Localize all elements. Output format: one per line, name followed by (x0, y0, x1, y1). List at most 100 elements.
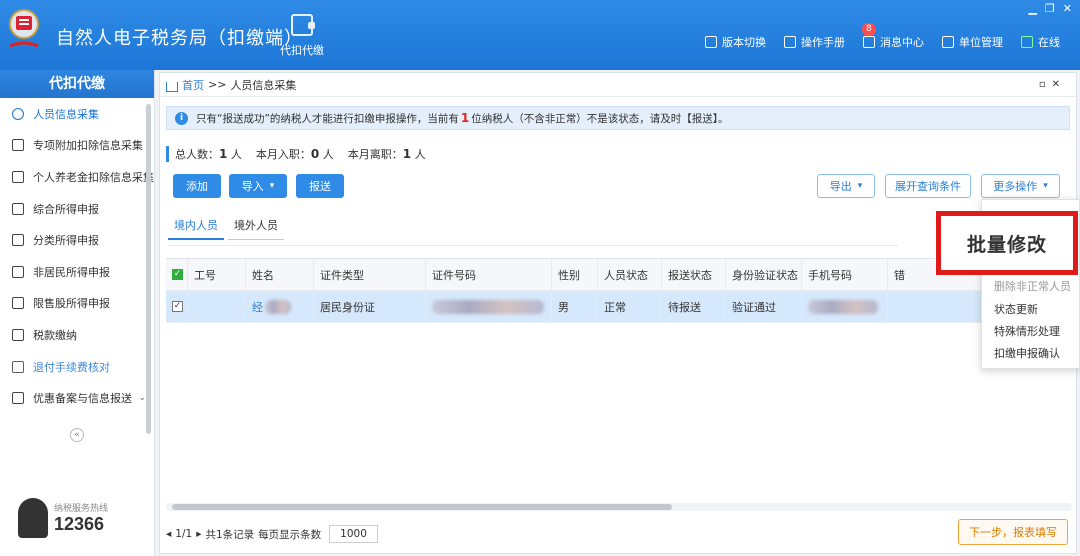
redacted-id-number (432, 299, 544, 314)
home-icon (166, 81, 178, 92)
table-horizontal-scrollbar[interactable] (166, 503, 1072, 511)
unit-management-button[interactable]: 单位管理 (942, 34, 1003, 50)
column-header[interactable]: 报送状态 (662, 259, 726, 290)
export-dropdown[interactable]: 导出 ▾ (817, 174, 875, 198)
prev-page-icon[interactable]: ◂ (166, 528, 171, 540)
cell-phone (802, 291, 888, 322)
expand-query-button[interactable]: 展开查询条件 (885, 174, 971, 198)
cell-submit-status: 待报送 (662, 291, 726, 322)
sidebar-item-special-deduction[interactable]: 专项附加扣除信息采集 (0, 130, 154, 162)
sidebar-item-label: 非居民所得申报 (33, 265, 110, 279)
add-button[interactable]: 添加 (173, 174, 221, 198)
select-all-checkbox[interactable]: ✓ (172, 269, 183, 280)
sidebar-item-label: 优惠备案与信息报送 (33, 392, 132, 406)
sidebar-scrollbar[interactable] (146, 104, 151, 434)
sidebar-item-tax-payment[interactable]: 税款缴纳 (0, 319, 154, 351)
panel-restore-icon[interactable]: ▫ (1039, 79, 1052, 90)
import-label: 导入 (241, 180, 264, 193)
sidebar-item-fee-refund[interactable]: 退付手续费核对 (0, 351, 154, 383)
more-operations-dropdown[interactable]: 更多操作 ▾ (981, 174, 1060, 198)
cell-emp-id (188, 291, 246, 322)
cell-name[interactable]: 经 (246, 291, 314, 322)
collapse-sidebar-button[interactable]: « (70, 428, 84, 442)
per-page-label: 每页显示条数 (258, 528, 322, 541)
sidebar-item-preferential-filing[interactable]: 优惠备案与信息报送 ⌄ (0, 382, 154, 414)
manual-label: 操作手册 (801, 36, 845, 49)
manual-button[interactable]: 操作手册 (784, 34, 845, 50)
main-panel: 首页 >> 人员信息采集 ▫✕ i 只有“报送成功”的纳税人才能进行扣缴申报操作… (159, 72, 1077, 554)
submit-button[interactable]: 报送 (296, 174, 344, 198)
message-badge: 8 (862, 23, 876, 36)
batch-edit-label: 批量修改 (966, 233, 1047, 256)
app-title: 自然人电子税务局（扣缴端） (56, 28, 303, 49)
tab-overseas[interactable]: 境外人员 (228, 214, 284, 240)
online-label: 在线 (1038, 36, 1060, 49)
id-card-icon (12, 170, 24, 183)
menu-item-special-case[interactable]: 特殊情形处理 (994, 323, 1060, 339)
scrollbar-thumb[interactable] (172, 504, 672, 510)
per-page-input[interactable]: 1000 (329, 525, 378, 543)
next-page-icon[interactable]: ▸ (196, 528, 201, 540)
tax-emblem-icon (9, 9, 39, 48)
column-header[interactable]: 工号 (188, 259, 246, 290)
chevron-down-icon: ▾ (269, 181, 275, 191)
cell-id-number (426, 291, 552, 322)
message-center-button[interactable]: 8 消息中心 (862, 23, 924, 50)
menu-item-delete-abnormal[interactable]: 删除非正常人员 (994, 278, 1071, 294)
wallet-icon (291, 14, 315, 36)
row-checkbox[interactable]: ✓ (172, 301, 183, 312)
column-header[interactable]: 证件类型 (314, 259, 426, 290)
top-bar: 自然人电子税务局（扣缴端） 代扣代缴 ▁ ❐ ✕ 版本切换 操作手册 8 消息中… (0, 0, 1080, 70)
switch-icon (705, 36, 717, 48)
headset-icon (18, 498, 48, 538)
sidebar-item-restricted-shares[interactable]: 限售股所得申报 (0, 288, 154, 320)
cell-id-type: 居民身份证 (314, 291, 426, 322)
building-icon (942, 36, 954, 48)
breadcrumb-home-link[interactable]: 首页 (182, 77, 204, 93)
pagination: ◂ 1/1 ▸ 共1条记录 每页显示条数 1000 (166, 525, 378, 543)
cell-gender: 男 (552, 291, 598, 322)
sidebar-item-classified-income[interactable]: 分类所得申报 (0, 224, 154, 256)
more-operations-label: 更多操作 (993, 180, 1038, 193)
column-header[interactable]: 手机号码 (802, 259, 888, 290)
cell-status: 正常 (598, 291, 662, 322)
cell-verify-status: 验证通过 (726, 291, 802, 322)
personnel-stats: 总人数：1 人 本月入职：0 人 本月离职：1 人 (166, 146, 426, 162)
batch-edit-highlight[interactable]: 批量修改 (936, 211, 1078, 275)
sidebar-item-label: 分类所得申报 (33, 234, 99, 248)
column-header[interactable]: 性别 (552, 259, 598, 290)
restore-icon[interactable]: ❐ (1045, 2, 1055, 15)
list-icon (12, 139, 24, 152)
menu-item-declare-confirm[interactable]: 扣缴申报确认 (994, 345, 1060, 361)
sidebar-item-pension-deduction[interactable]: 个人养老金扣除信息采集 (0, 161, 154, 193)
close-icon[interactable]: ✕ (1063, 2, 1072, 15)
notice-banner: i 只有“报送成功”的纳税人才能进行扣缴申报操作，当前有 1 位纳税人（不含非正… (166, 106, 1070, 130)
version-switch-button[interactable]: 版本切换 (705, 34, 766, 50)
column-header[interactable]: 身份验证状态 (726, 259, 802, 290)
tab-domestic[interactable]: 境内人员 (168, 214, 224, 240)
menu-item-status-update[interactable]: 状态更新 (994, 301, 1038, 317)
column-header[interactable]: 姓名 (246, 259, 314, 290)
column-header[interactable]: 人员状态 (598, 259, 662, 290)
import-dropdown[interactable]: 导入 ▾ (229, 174, 287, 198)
stat-joined: 本月入职：0 人 (255, 147, 334, 161)
table-row[interactable]: ✓ 经 居民身份证 男 正常 待报送 验证通过 (166, 291, 1072, 323)
redacted-name (265, 299, 291, 314)
stat-total: 总人数：1 人 (175, 147, 242, 161)
chevron-down-icon: ▾ (1043, 181, 1048, 191)
notice-suffix: 位纳税人（不含非正常）不是该状态，请及时【报送】。 (471, 112, 729, 125)
sidebar-item-personnel-info[interactable]: 人员信息采集 (0, 98, 154, 130)
column-header[interactable]: 证件号码 (426, 259, 552, 290)
module-tab-withholding[interactable]: 代扣代缴 (270, 14, 334, 58)
sidebar-item-comprehensive-income[interactable]: 综合所得申报 (0, 193, 154, 225)
notice-prefix: 只有“报送成功”的纳税人才能进行扣缴申报操作，当前有 (196, 112, 459, 125)
document-alt-icon (12, 392, 24, 405)
panel-close-icon[interactable]: ✕ (1052, 79, 1066, 90)
minimize-icon[interactable]: ▁ (1028, 2, 1036, 15)
sidebar-item-nonresident-income[interactable]: 非居民所得申报 (0, 256, 154, 288)
name-link[interactable]: 经 (252, 299, 263, 315)
document-icon (12, 360, 24, 373)
online-status[interactable]: 在线 (1021, 34, 1060, 50)
next-step-button[interactable]: 下一步，报表填写 (958, 519, 1068, 545)
chevron-down-icon: ⌄ (138, 393, 146, 404)
